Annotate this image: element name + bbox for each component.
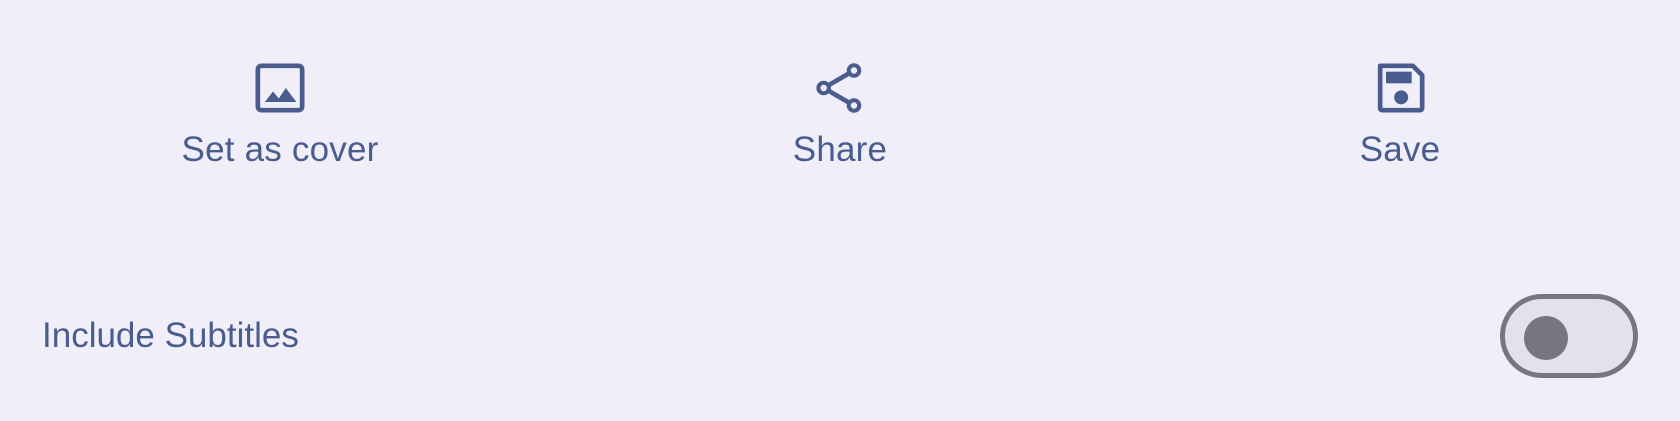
set-as-cover-button[interactable]: Set as cover [0,60,560,200]
save-button[interactable]: Save [1120,60,1680,200]
include-subtitles-row[interactable]: Include Subtitles [0,290,1680,386]
action-bar: Set as cover Share Save [0,60,1680,200]
save-label: Save [1359,130,1441,169]
include-subtitles-label: Include Subtitles [42,316,299,355]
set-as-cover-label: Set as cover [181,130,379,169]
share-label: Share [792,130,888,169]
image-icon [252,60,308,116]
share-button[interactable]: Share [560,60,1120,200]
share-options-panel: Set as cover Share Save Include Subtitle… [0,0,1680,421]
toggle-thumb [1524,316,1568,360]
save-icon [1372,60,1428,116]
include-subtitles-toggle[interactable] [1500,294,1638,378]
share-icon [812,60,868,116]
